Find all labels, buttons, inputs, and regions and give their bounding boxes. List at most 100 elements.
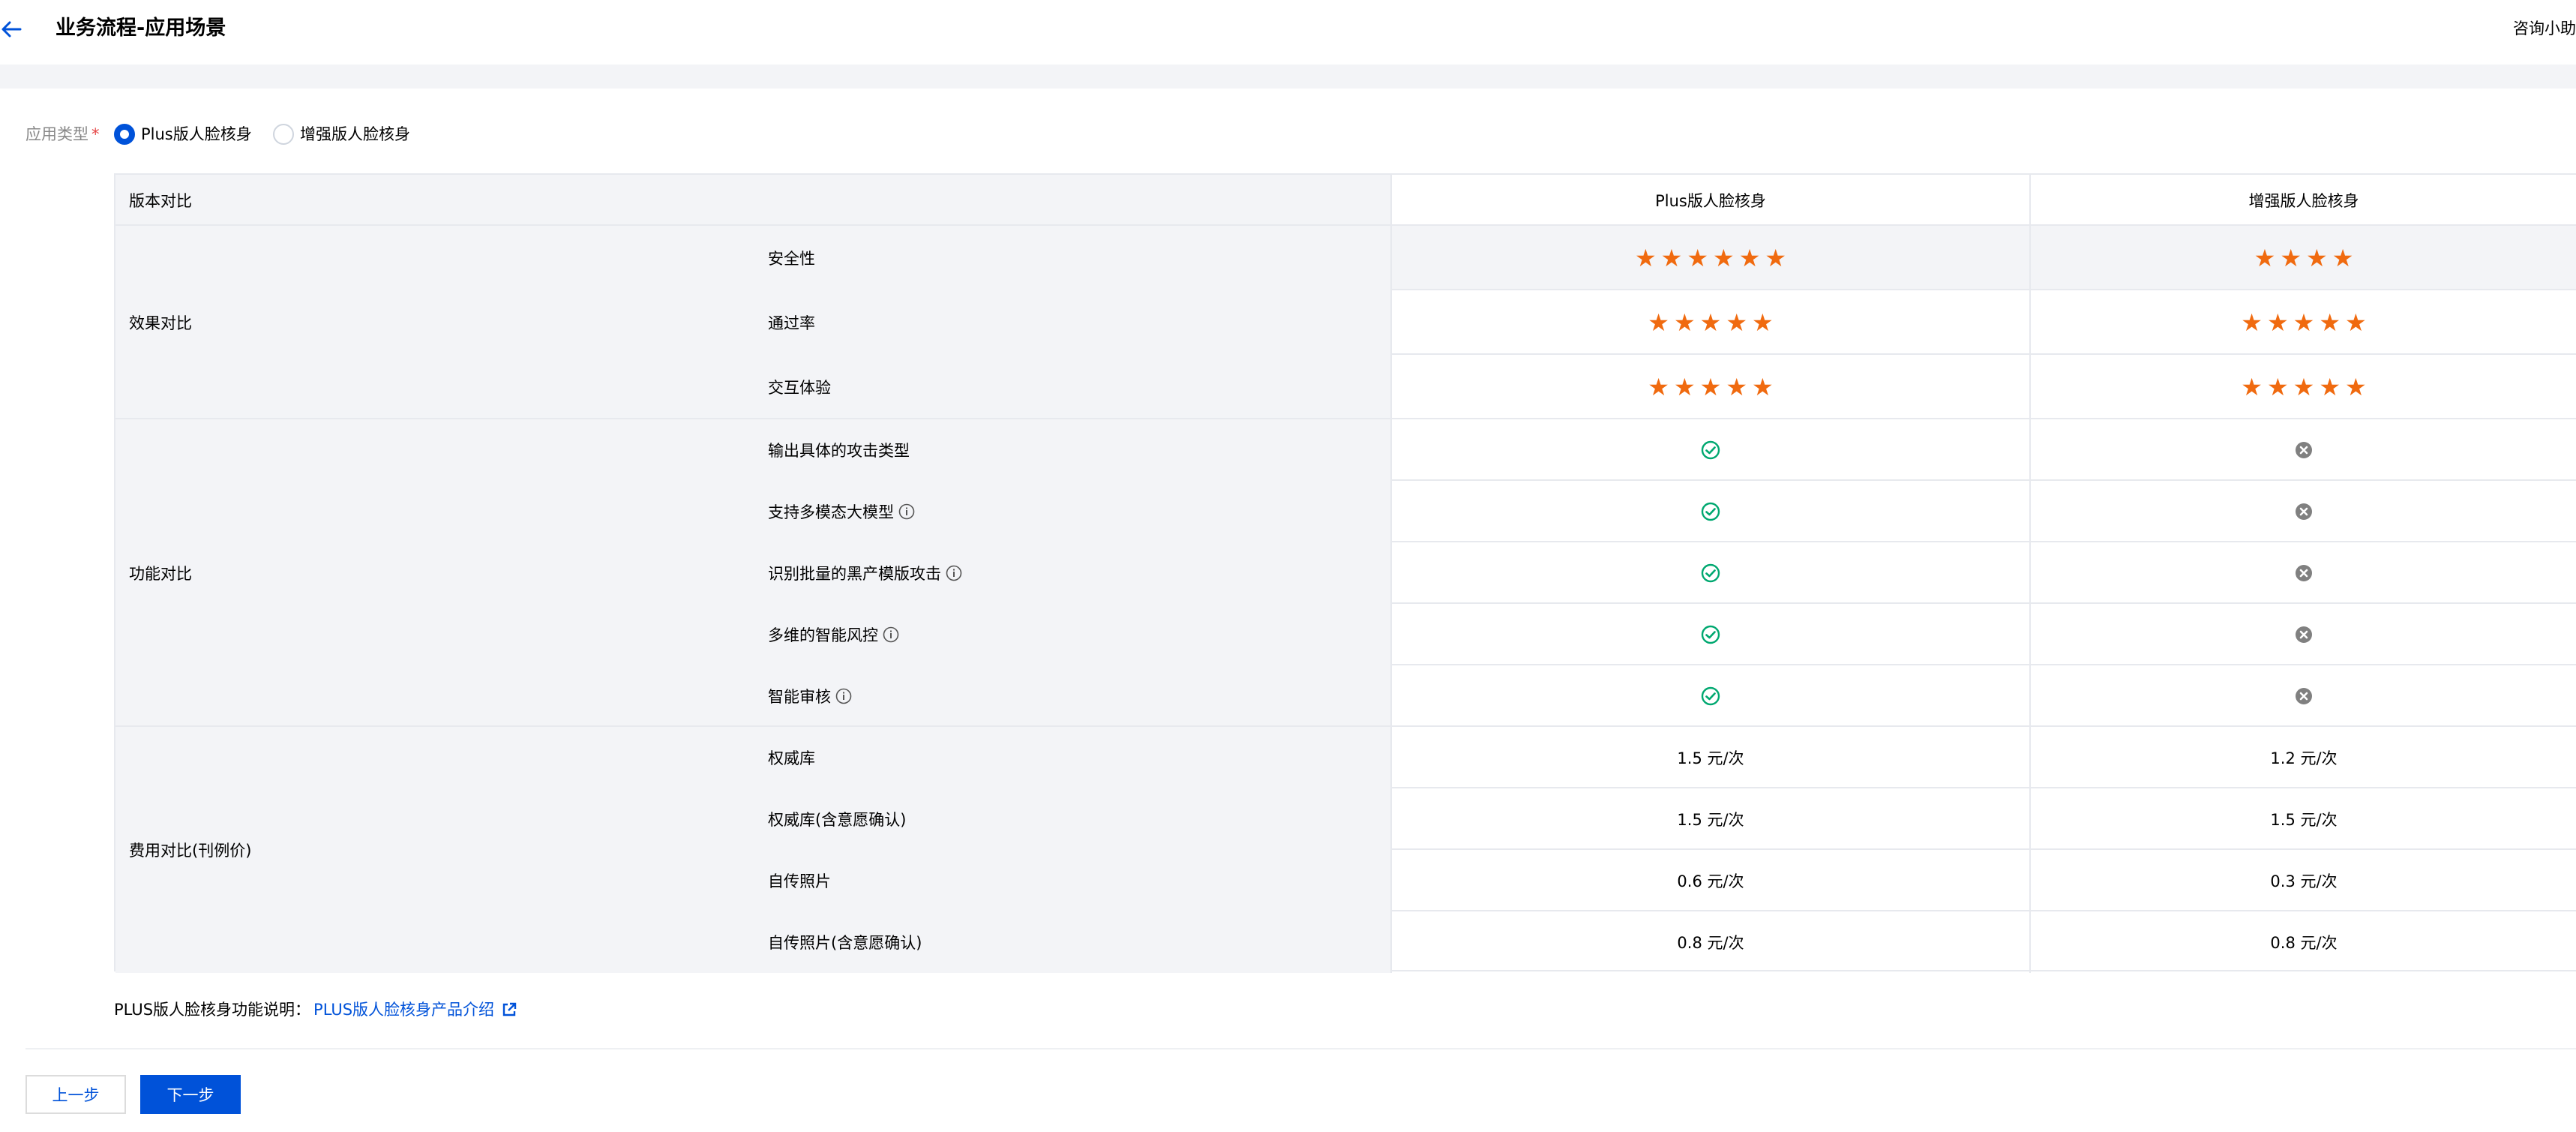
row-label: 自传照片(含意愿确认) bbox=[768, 934, 922, 952]
price-value: 1.5 元/次 bbox=[2270, 811, 2338, 829]
price-value: 1.5 元/次 bbox=[1677, 811, 1744, 829]
star-icon: ★ bbox=[1713, 244, 1735, 272]
row-label: 支持多模态大模型 bbox=[768, 503, 894, 521]
row-label-cell: 输出具体的攻击类型 bbox=[754, 419, 1391, 481]
star-icon: ★ bbox=[1699, 308, 1722, 337]
value-cell-enhanced bbox=[2030, 419, 2576, 481]
value-cell-plus bbox=[1391, 419, 2030, 481]
feature-note-text: PLUS版人脸核身功能说明： bbox=[114, 1001, 311, 1019]
cross-icon bbox=[2295, 626, 2313, 644]
row-label: 识别批量的黑产模版攻击 bbox=[768, 565, 941, 583]
value-cell-plus: 0.8 元/次 bbox=[1391, 911, 2030, 973]
cross-icon bbox=[2295, 564, 2313, 582]
value-cell-enhanced bbox=[2030, 481, 2576, 542]
table-header-label: 版本对比 bbox=[115, 175, 1391, 226]
row-label: 多维的智能风控 bbox=[768, 626, 878, 644]
group-label: 费用对比(刊例价) bbox=[115, 727, 754, 973]
star-icon: ★ bbox=[2345, 373, 2367, 401]
star-icon: ★ bbox=[2319, 308, 2341, 337]
star-icon: ★ bbox=[1660, 244, 1683, 272]
group-label: 效果对比 bbox=[115, 226, 754, 419]
star-icon: ★ bbox=[2306, 244, 2328, 272]
star-icon: ★ bbox=[1726, 308, 1748, 337]
price-value: 1.5 元/次 bbox=[1677, 749, 1744, 767]
star-icon: ★ bbox=[1699, 373, 1722, 401]
page: 业务流程-应用场景 咨询小助 应用类型 * Plus版人脸核身 增强版人脸核身 版… bbox=[0, 0, 2576, 1132]
consult-link[interactable]: 咨询小助 bbox=[2513, 17, 2576, 41]
comparison-table: 版本对比 Plus版人脸核身 增强版人脸核身 效果对比 安全性 ★ ★ ★ ★ ★ ★ ★ ★ ★ ★ 通过率… bbox=[114, 173, 2576, 973]
star-icon: ★ bbox=[2332, 244, 2354, 272]
value-cell-plus: 1.5 元/次 bbox=[1391, 788, 2030, 850]
radio-plus[interactable]: Plus版人脸核身 bbox=[114, 122, 252, 146]
radio-enhanced[interactable]: 增强版人脸核身 bbox=[273, 122, 410, 146]
star-icon: ★ bbox=[1738, 244, 1761, 272]
star-rating: ★ ★ ★ ★ bbox=[2254, 245, 2354, 271]
check-icon bbox=[1701, 502, 1720, 521]
info-icon[interactable] bbox=[883, 626, 899, 643]
star-icon: ★ bbox=[2293, 308, 2315, 337]
group-label: 功能对比 bbox=[115, 419, 754, 727]
row-label-cell: 权威库 bbox=[754, 727, 1391, 788]
price-value: 1.2 元/次 bbox=[2270, 749, 2338, 767]
app-type-label: 应用类型 * bbox=[25, 122, 100, 146]
star-rating: ★ ★ ★ ★ ★ ★ bbox=[1635, 245, 1786, 271]
value-cell-enhanced bbox=[2030, 604, 2576, 665]
table-header-plus: Plus版人脸核身 bbox=[1655, 192, 1766, 210]
star-icon: ★ bbox=[1673, 373, 1696, 401]
row-label: 权威库(含意愿确认) bbox=[768, 811, 907, 829]
star-icon: ★ bbox=[1648, 308, 1669, 337]
star-rating: ★ ★ ★ ★ ★ bbox=[1648, 374, 1773, 400]
star-icon: ★ bbox=[1765, 244, 1787, 272]
value-cell-enhanced bbox=[2030, 665, 2576, 727]
required-mark: * bbox=[91, 125, 100, 143]
row-label: 智能审核 bbox=[768, 688, 831, 706]
radio-unchecked-icon bbox=[273, 124, 294, 145]
prev-step-button[interactable]: 上一步 bbox=[25, 1075, 126, 1114]
row-label: 安全性 bbox=[768, 250, 815, 268]
value-cell-enhanced: ★ ★ ★ ★ ★ bbox=[2030, 355, 2576, 419]
star-icon: ★ bbox=[2280, 244, 2302, 272]
feature-note: PLUS版人脸核身功能说明： PLUS版人脸核身产品介绍 bbox=[114, 998, 517, 1022]
row-label-cell: 多维的智能风控 bbox=[754, 604, 1391, 665]
star-icon: ★ bbox=[2254, 244, 2276, 272]
row-label: 交互体验 bbox=[768, 379, 831, 397]
value-cell-plus: ★ ★ ★ ★ ★ bbox=[1391, 290, 2030, 355]
star-icon: ★ bbox=[1673, 308, 1696, 337]
external-link-icon[interactable] bbox=[502, 1002, 517, 1017]
price-value: 0.8 元/次 bbox=[1677, 934, 1744, 952]
star-icon: ★ bbox=[2266, 373, 2289, 401]
star-icon: ★ bbox=[2293, 373, 2315, 401]
info-icon[interactable] bbox=[946, 565, 962, 581]
star-rating: ★ ★ ★ ★ ★ bbox=[2241, 310, 2366, 335]
check-icon bbox=[1701, 440, 1720, 460]
value-cell-plus bbox=[1391, 665, 2030, 727]
info-icon[interactable] bbox=[835, 688, 852, 704]
next-step-button[interactable]: 下一步 bbox=[140, 1075, 241, 1114]
row-label-cell: 交互体验 bbox=[754, 355, 1391, 419]
star-icon: ★ bbox=[1752, 373, 1774, 401]
info-icon[interactable] bbox=[898, 503, 915, 520]
value-cell-enhanced: 0.3 元/次 bbox=[2030, 850, 2576, 911]
value-cell-plus: 0.6 元/次 bbox=[1391, 850, 2030, 911]
value-cell-plus: ★ ★ ★ ★ ★ bbox=[1391, 355, 2030, 419]
star-icon: ★ bbox=[2241, 373, 2263, 401]
value-cell-enhanced: 1.2 元/次 bbox=[2030, 727, 2576, 788]
star-rating: ★ ★ ★ ★ ★ bbox=[1648, 310, 1773, 335]
page-title: 业务流程-应用场景 bbox=[55, 17, 226, 40]
app-type-label-text: 应用类型 bbox=[25, 125, 88, 143]
price-value: 0.3 元/次 bbox=[2270, 872, 2338, 890]
star-icon: ★ bbox=[2319, 373, 2341, 401]
star-icon: ★ bbox=[1752, 308, 1774, 337]
row-label-cell: 自传照片(含意愿确认) bbox=[754, 911, 1391, 973]
back-arrow-icon[interactable] bbox=[0, 18, 22, 41]
value-cell-plus bbox=[1391, 542, 2030, 604]
star-icon: ★ bbox=[1648, 373, 1669, 401]
row-label: 自传照片 bbox=[768, 872, 831, 890]
value-cell-enhanced: 0.8 元/次 bbox=[2030, 911, 2576, 973]
cross-icon bbox=[2295, 503, 2313, 521]
table-header-enhanced: 增强版人脸核身 bbox=[2248, 192, 2359, 210]
product-intro-link[interactable]: PLUS版人脸核身产品介绍 bbox=[313, 998, 494, 1022]
header: 业务流程-应用场景 咨询小助 bbox=[0, 0, 2576, 65]
cross-icon bbox=[2295, 687, 2313, 705]
row-label-cell: 权威库(含意愿确认) bbox=[754, 788, 1391, 850]
